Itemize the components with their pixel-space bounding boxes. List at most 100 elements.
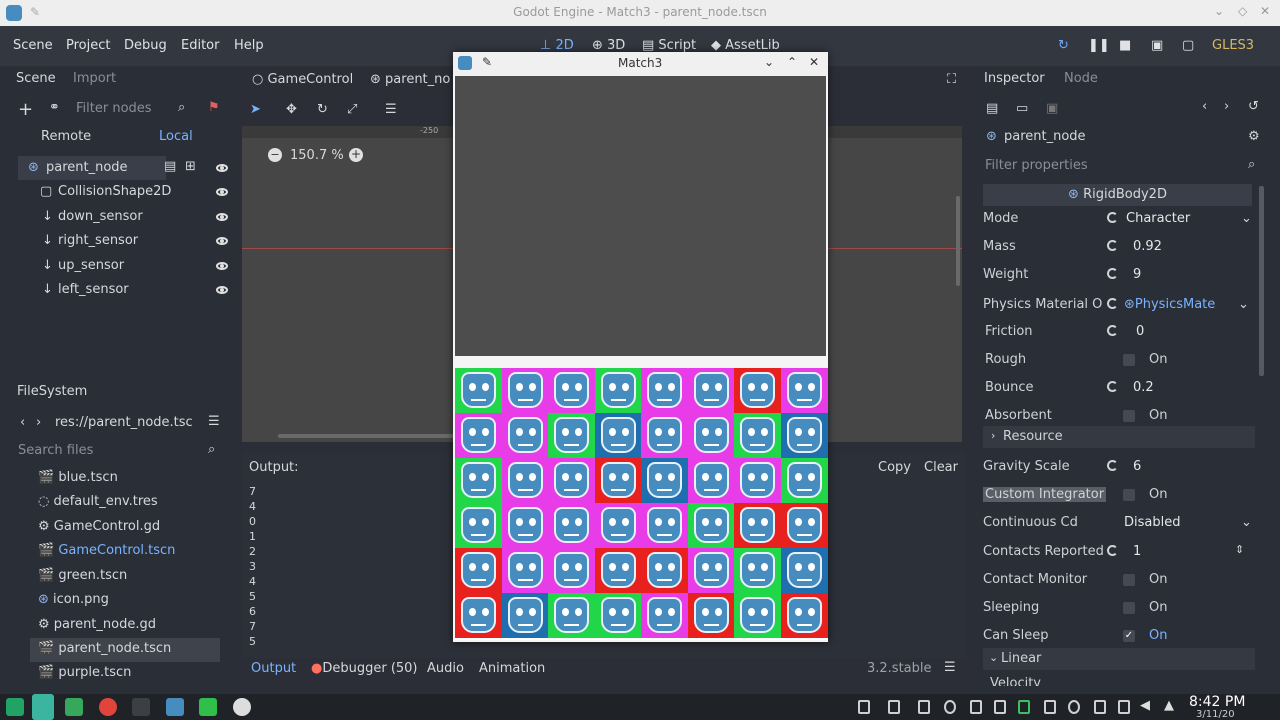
play-custom-icon[interactable]: ▢ (1182, 38, 1194, 53)
tab-gamecontrol[interactable]: ○ GameControl (252, 72, 353, 87)
clear-button[interactable]: Clear (924, 460, 958, 475)
reset-icon[interactable] (1107, 381, 1118, 392)
tray-icon[interactable] (994, 700, 1006, 714)
tree-item-collisionshape2d[interactable]: ▢ CollisionShape2D (18, 180, 238, 204)
checkbox[interactable] (1123, 574, 1135, 586)
godot-taskbar-icon[interactable] (166, 698, 184, 716)
prop-bounce[interactable]: Bounce 0.2 (983, 374, 1255, 402)
gem-red[interactable] (594, 548, 642, 593)
gem-magenta[interactable] (548, 503, 595, 548)
save-icon[interactable]: ▣ (1046, 101, 1058, 116)
tab-animation[interactable]: Animation (479, 661, 545, 676)
remote-button[interactable]: Remote (41, 129, 91, 144)
tray-icon[interactable] (1018, 700, 1030, 714)
gem-blue[interactable] (501, 593, 549, 638)
gem-red[interactable] (780, 503, 828, 548)
reset-icon[interactable] (1107, 460, 1118, 471)
tab-import[interactable]: Import (73, 71, 116, 86)
file-item-selected[interactable]: 🎬 parent_node.tscn (30, 638, 220, 662)
tray-icon[interactable] (1044, 700, 1056, 714)
tray-icon[interactable] (1094, 700, 1106, 714)
gem-magenta[interactable] (455, 413, 502, 458)
reset-icon[interactable] (1107, 298, 1118, 309)
gem-magenta[interactable] (641, 503, 688, 548)
tab-audio[interactable]: Audio (427, 661, 464, 676)
minimize-icon[interactable]: ⌄ (764, 55, 774, 69)
gem-blue[interactable] (780, 548, 828, 593)
gem-magenta[interactable] (687, 368, 735, 413)
workspace-assetlib[interactable]: ◆ AssetLib (711, 38, 780, 53)
tab-debugger[interactable]: ●Debugger (50) (311, 661, 418, 676)
prop-can-sleep[interactable]: Can Sleep ✓ On (983, 622, 1255, 650)
section-linear[interactable]: ⌄ Linear (983, 648, 1255, 670)
gem-magenta[interactable] (501, 458, 549, 503)
gem-green[interactable] (455, 458, 502, 503)
gem-magenta[interactable] (687, 413, 735, 458)
play-scene-icon[interactable]: ▣ (1151, 38, 1163, 53)
tree-item-left-sensor[interactable]: ↓ left_sensor (18, 278, 238, 302)
gem-green[interactable] (548, 593, 595, 638)
workspace-script[interactable]: ▤ Script (642, 38, 696, 53)
gem-red[interactable] (734, 368, 781, 413)
tab-scene[interactable]: Scene (16, 71, 56, 86)
checkbox[interactable] (1123, 354, 1135, 366)
checkbox[interactable] (1123, 602, 1135, 614)
history-forward-icon[interactable]: › (1224, 99, 1229, 114)
prop-contacts-reported[interactable]: Contacts Reported 1 ⇕ (983, 538, 1255, 566)
zoom-in-icon[interactable]: + (349, 148, 363, 162)
maximize-icon[interactable]: ◇ (1238, 4, 1247, 18)
menu-help[interactable]: Help (234, 38, 264, 53)
local-button[interactable]: Local (159, 129, 193, 144)
spinner-icon[interactable]: ⇕ (1235, 543, 1244, 556)
tab-parent-node[interactable]: ⊛ parent_no (370, 72, 450, 87)
visibility-icon[interactable] (216, 164, 228, 172)
reset-icon[interactable] (1107, 240, 1118, 251)
tray-icon[interactable] (1068, 700, 1080, 714)
reset-icon[interactable] (1107, 545, 1118, 556)
gem-blue[interactable] (594, 413, 642, 458)
v-scrollbar[interactable] (956, 196, 960, 286)
tree-item-up-sensor[interactable]: ↓ up_sensor (18, 254, 238, 278)
terminal-icon[interactable] (132, 698, 150, 716)
tab-node[interactable]: Node (1064, 71, 1098, 86)
file-item[interactable]: ◌ default_env.tres (30, 494, 220, 518)
script-icon[interactable]: ▤ (164, 159, 176, 174)
trash-icon[interactable] (888, 700, 900, 714)
object-properties-icon[interactable]: ⚙ (1248, 129, 1260, 144)
rotate-tool-icon[interactable]: ↻ (317, 102, 328, 117)
file-item[interactable]: ⊛ icon.png (30, 592, 220, 616)
prop-value[interactable]: 1 (1133, 544, 1141, 559)
gem-green[interactable] (594, 593, 642, 638)
gem-red[interactable] (734, 503, 781, 548)
reload-icon[interactable]: ↻ (1058, 38, 1069, 53)
prop-mass[interactable]: Mass 0.92 (983, 233, 1255, 261)
checkbox[interactable] (1123, 489, 1135, 501)
prop-continuous-cd[interactable]: Continuous Cd Disabled ⌄ (983, 509, 1255, 537)
prop-rough[interactable]: Rough On (983, 346, 1255, 374)
gem-magenta[interactable] (501, 503, 549, 548)
gem-blue[interactable] (641, 458, 688, 503)
checkbox[interactable] (1123, 410, 1135, 422)
gem-magenta[interactable] (548, 368, 595, 413)
maximize-icon[interactable]: ⌃ (787, 55, 797, 69)
gem-magenta[interactable] (594, 503, 642, 548)
menu-editor[interactable]: Editor (181, 38, 219, 53)
volume-icon[interactable]: ◀ (1140, 698, 1150, 713)
fullscreen-icon[interactable]: ⛶ (947, 72, 956, 87)
clock-time[interactable]: 8:42 PM (1189, 694, 1245, 710)
prop-value[interactable]: 0.92 (1133, 239, 1162, 254)
gem-green[interactable] (734, 548, 781, 593)
add-node-icon[interactable]: + (18, 99, 33, 120)
workspace-2d[interactable]: ⊥ 2D (540, 38, 574, 53)
gem-magenta[interactable] (641, 368, 688, 413)
gem-magenta[interactable] (734, 458, 781, 503)
pause-icon[interactable]: ❚❚ (1088, 38, 1110, 53)
tray-up-icon[interactable]: ▲ (1164, 698, 1174, 713)
checkbox-checked[interactable]: ✓ (1123, 630, 1135, 642)
gem-green[interactable] (734, 413, 781, 458)
stop-icon[interactable]: ■ (1119, 38, 1131, 53)
gem-magenta[interactable] (687, 458, 735, 503)
split-view-icon[interactable]: ☰ (208, 414, 220, 429)
tray-icon[interactable] (970, 700, 982, 714)
gem-blue[interactable] (780, 413, 828, 458)
